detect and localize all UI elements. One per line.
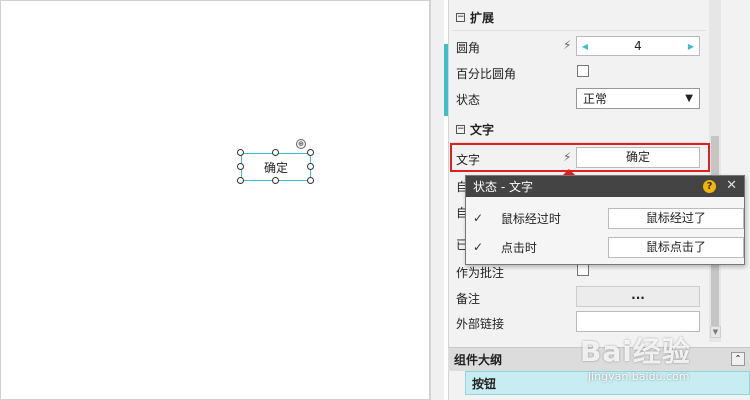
popup-title-bar: 状态 - 文字 ? ✕ (466, 176, 744, 197)
resize-handle-l[interactable] (237, 163, 244, 170)
popup-row-value-input[interactable]: 鼠标点击了 (607, 236, 744, 258)
state-text-popup: 状态 - 文字 ? ✕ ✓ 鼠标经过时 鼠标经过了 ✓ 点击时 鼠标点击了 (465, 175, 745, 265)
text-value-input[interactable]: 确定 (576, 147, 700, 168)
chevron-down-icon: ▼ (685, 93, 693, 104)
link-label: 外部链接 (456, 317, 505, 331)
checkbox-checked-icon[interactable]: ✓ (473, 211, 485, 225)
state-select[interactable]: 正常 ▼ (576, 88, 700, 109)
corner-stepper[interactable]: ◀ 4 ▶ (576, 36, 700, 56)
resize-handle-bl[interactable] (237, 177, 244, 184)
annotation-label: 作为批注 (456, 266, 505, 280)
state-select-value: 正常 (583, 92, 608, 106)
help-icon[interactable]: ? (703, 180, 716, 193)
resize-handle-tr[interactable] (307, 149, 314, 156)
popup-row-value-input[interactable]: 鼠标经过了 (607, 207, 744, 229)
rotate-handle-icon[interactable]: ⊕ (296, 139, 306, 149)
state-label: 状态 (456, 93, 481, 107)
watermark-url: jingyan.baidu.com (588, 370, 690, 383)
section-text-title: 文字 (470, 123, 495, 137)
outline-item-label: 按钮 (472, 376, 497, 391)
stepper-left-icon[interactable]: ◀ (577, 42, 593, 51)
popup-row-click: ✓ 点击时 鼠标点击了 (466, 235, 744, 259)
collapse-minus-icon[interactable]: − (456, 125, 465, 134)
section-extend-header[interactable]: − 扩展 (452, 5, 706, 31)
text-label: 文字 (456, 153, 481, 167)
annotation-checkbox[interactable] (577, 264, 589, 276)
note-label: 备注 (456, 292, 481, 306)
external-link-input[interactable] (576, 311, 700, 332)
popup-title: 状态 - 文字 (473, 180, 533, 194)
note-edit-button[interactable]: ... (576, 286, 700, 307)
lightning-icon[interactable]: ⚡ (563, 150, 571, 164)
percent-corner-checkbox[interactable] (577, 65, 589, 77)
checkbox-checked-icon[interactable]: ✓ (473, 240, 485, 254)
corner-label: 圆角 (456, 41, 481, 55)
section-text-header[interactable]: − 文字 (452, 117, 706, 143)
stepper-right-icon[interactable]: ▶ (683, 42, 699, 51)
percent-corner-label: 百分比圆角 (456, 67, 517, 81)
close-icon[interactable]: ✕ (726, 178, 737, 193)
resize-handle-b[interactable] (272, 177, 279, 184)
lightning-icon[interactable]: ⚡ (563, 38, 571, 52)
resize-handle-br[interactable] (307, 177, 314, 184)
button-widget-label: 确定 (263, 160, 288, 175)
corner-value[interactable]: 4 (593, 39, 683, 53)
outline-title: 组件大纲 (454, 353, 503, 367)
popup-row-hover: ✓ 鼠标经过时 鼠标经过了 (466, 206, 744, 230)
popup-row-label: 点击时 (500, 240, 537, 255)
collapse-minus-icon[interactable]: − (456, 13, 465, 22)
resize-handle-t[interactable] (272, 149, 279, 156)
resize-handle-r[interactable] (307, 163, 314, 170)
design-canvas[interactable] (0, 0, 430, 400)
popup-row-label: 鼠标经过时 (500, 211, 561, 226)
resize-handle-tl[interactable] (237, 149, 244, 156)
section-extend-title: 扩展 (470, 11, 495, 25)
panel-splitter[interactable] (430, 0, 444, 400)
